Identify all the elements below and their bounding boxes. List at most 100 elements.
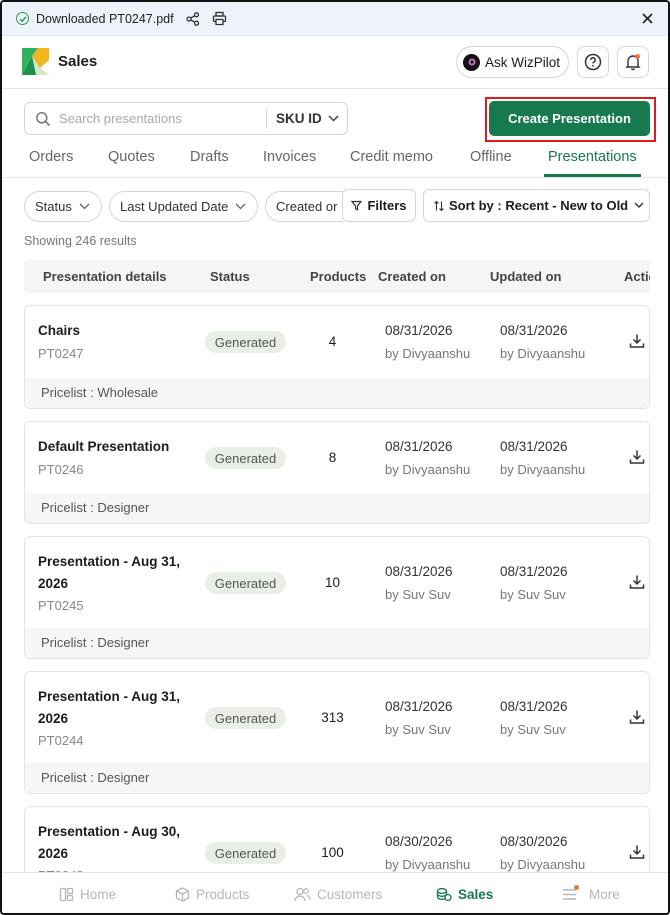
updated-date: 08/30/2026 <box>500 834 568 849</box>
bell-icon <box>625 54 641 71</box>
check-circle-icon <box>16 12 29 25</box>
tab-invoices[interactable]: Invoices <box>263 149 316 165</box>
nav-more[interactable]: More <box>562 885 620 902</box>
ask-wizpilot-button[interactable]: Ask WizPilot <box>456 46 569 78</box>
tab-bar: Orders Quotes Drafts Invoices Credit mem… <box>2 143 668 178</box>
app-title: Sales <box>58 53 98 70</box>
search-icon <box>35 111 51 127</box>
help-icon <box>584 53 602 71</box>
table-row[interactable]: Presentation - Aug 31, 2026 PT0245 Gener… <box>24 536 650 659</box>
column-header-updated: Updated on <box>490 269 562 284</box>
nav-sales[interactable]: Sales <box>436 887 493 902</box>
product-count: 313 <box>321 710 344 725</box>
presentation-name: Presentation - Aug 31, 2026 <box>38 689 181 726</box>
presentation-id: PT0246 <box>38 462 84 477</box>
created-on-filter-label: Created or <box>276 199 338 214</box>
share-icon[interactable] <box>185 11 200 26</box>
nav-home[interactable]: Home <box>59 887 116 902</box>
presentation-list: Chairs PT0247 Generated 4 08/31/2026 by … <box>24 305 650 872</box>
tab-presentations[interactable]: Presentations <box>548 149 637 165</box>
presentation-name: Chairs <box>38 323 81 338</box>
search-bar: SKU ID <box>24 102 348 135</box>
tab-orders[interactable]: Orders <box>29 149 73 165</box>
wizpilot-icon <box>463 53 480 71</box>
print-icon[interactable] <box>212 11 227 26</box>
created-date: 08/31/2026 <box>385 699 453 714</box>
download-icon[interactable] <box>629 844 645 865</box>
updated-date: 08/31/2026 <box>500 564 568 579</box>
users-icon <box>294 887 311 902</box>
nav-customers[interactable]: Customers <box>294 887 382 902</box>
product-count: 100 <box>321 845 344 860</box>
app-window: Downloaded PT0247.pdf Sales Ask WizPilot <box>0 0 670 915</box>
create-presentation-button[interactable]: Create Presentation <box>489 101 650 136</box>
created-date: 08/30/2026 <box>385 834 453 849</box>
created-by: by Suv Suv <box>385 722 451 737</box>
created-on-filter[interactable]: Created or <box>265 191 343 222</box>
download-icon[interactable] <box>629 449 645 470</box>
coins-icon <box>436 888 452 902</box>
filters-button[interactable]: Filters <box>342 189 416 222</box>
updated-by: by Suv Suv <box>500 722 566 737</box>
search-field-selector[interactable]: SKU ID <box>267 111 339 126</box>
pricelist-label: Pricelist : Designer <box>25 763 649 793</box>
nav-more-label: More <box>589 887 620 902</box>
search-field-label: SKU ID <box>276 111 322 126</box>
nav-sales-label: Sales <box>458 887 494 902</box>
results-count: Showing 246 results <box>24 234 137 248</box>
column-header-created: Created on <box>378 269 446 284</box>
status-filter-label: Status <box>35 199 72 214</box>
product-count: 10 <box>324 575 341 590</box>
active-tab-indicator <box>544 174 641 177</box>
table-row[interactable]: Presentation - Aug 31, 2026 PT0244 Gener… <box>24 671 650 794</box>
updated-by: by Divyaanshu <box>500 346 586 361</box>
ask-wizpilot-label: Ask WizPilot <box>485 54 561 70</box>
sort-dropdown[interactable]: Sort by : Recent - New to Old <box>423 189 650 222</box>
help-button[interactable] <box>577 46 609 78</box>
notifications-button[interactable] <box>617 46 649 78</box>
download-icon[interactable] <box>629 333 645 354</box>
nav-customers-label: Customers <box>317 887 383 902</box>
created-date: 08/31/2026 <box>385 564 453 579</box>
sort-dropdown-label: Sort by : Recent - New to Old <box>449 198 629 213</box>
updated-date: 08/31/2026 <box>500 699 568 714</box>
table-row[interactable]: Chairs PT0247 Generated 4 08/31/2026 by … <box>24 305 650 409</box>
search-input[interactable] <box>59 111 264 126</box>
table-row[interactable]: Presentation - Aug 30, 2026 PT0243 Gener… <box>24 806 650 872</box>
pricelist-label: Pricelist : Wholesale <box>25 378 649 408</box>
updated-by: by Suv Suv <box>500 587 566 602</box>
chevron-down-icon <box>328 115 339 122</box>
column-header-actions: Actio <box>624 269 650 284</box>
download-banner: Downloaded PT0247.pdf <box>2 2 668 36</box>
tab-offline[interactable]: Offline <box>470 149 512 165</box>
presentation-id: PT0244 <box>38 733 84 748</box>
status-badge: Generated <box>205 447 286 469</box>
product-count: 8 <box>328 450 337 465</box>
download-icon[interactable] <box>629 709 645 730</box>
status-badge: Generated <box>205 842 286 864</box>
download-icon[interactable] <box>629 574 645 595</box>
chevron-down-icon <box>235 203 246 210</box>
column-header-status: Status <box>210 269 250 284</box>
tab-quotes[interactable]: Quotes <box>108 149 155 165</box>
status-filter[interactable]: Status <box>24 191 102 222</box>
table-header: Presentation details Status Products Cre… <box>24 260 650 293</box>
status-badge: Generated <box>205 707 286 729</box>
filters-button-label: Filters <box>367 198 407 213</box>
last-updated-date-filter-label: Last Updated Date <box>120 199 229 214</box>
status-badge: Generated <box>205 572 286 594</box>
bottom-nav: Home Products Customers Sales More <box>2 872 668 913</box>
menu-icon <box>563 889 576 900</box>
close-icon[interactable] <box>641 10 654 30</box>
updated-date: 08/31/2026 <box>500 323 568 338</box>
nav-products-label: Products <box>196 887 250 902</box>
last-updated-date-filter[interactable]: Last Updated Date <box>109 191 258 222</box>
product-count: 4 <box>328 334 337 349</box>
updated-by: by Divyaanshu <box>500 462 586 477</box>
tab-credit-memo[interactable]: Credit memo <box>350 149 433 165</box>
tab-drafts[interactable]: Drafts <box>190 149 229 165</box>
table-row[interactable]: Default Presentation PT0246 Generated 8 … <box>24 421 650 524</box>
chevron-down-icon <box>79 203 90 210</box>
column-header-details: Presentation details <box>43 269 167 284</box>
nav-products[interactable]: Products <box>175 887 249 902</box>
